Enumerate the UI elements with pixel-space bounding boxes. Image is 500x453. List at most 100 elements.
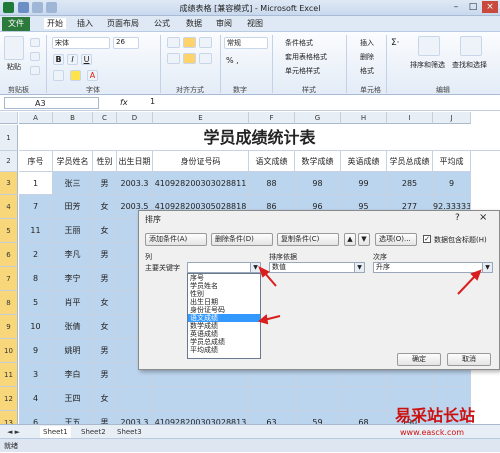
row-header[interactable]: 5 <box>0 219 18 243</box>
move-up-button[interactable]: ▲ <box>344 233 356 246</box>
font-size-select[interactable]: 26 <box>113 37 139 49</box>
tab-file[interactable]: 文件 <box>2 17 30 31</box>
cell[interactable]: 98 <box>295 172 341 195</box>
cell[interactable]: 2003.3 <box>117 172 153 195</box>
cell[interactable]: 63 <box>249 411 295 424</box>
cell[interactable]: 9 <box>19 339 53 363</box>
cell[interactable]: 4 <box>19 387 53 411</box>
cell[interactable]: 语文成绩 <box>249 151 295 172</box>
chevron-down-icon[interactable]: ▼ <box>250 263 260 272</box>
sort-filter-button[interactable] <box>418 36 440 56</box>
close-window-button[interactable]: × <box>482 1 498 13</box>
autosum-icon[interactable]: Σ· <box>391 38 400 48</box>
cell[interactable]: 李凡 <box>53 243 93 267</box>
cell[interactable]: 男 <box>93 172 117 195</box>
select-all-corner[interactable] <box>0 112 18 124</box>
column-header[interactable]: F <box>249 112 295 124</box>
table-format-button[interactable]: 套用表格格式 <box>285 52 327 62</box>
column-header[interactable]: D <box>117 112 153 124</box>
dropdown-option[interactable]: 英语成绩 <box>188 330 260 338</box>
align-top-icon[interactable] <box>167 37 180 48</box>
sheet-tab-2[interactable]: Sheet2 <box>78 426 109 438</box>
row-header[interactable]: 10 <box>0 339 18 363</box>
dialog-close-button[interactable]: × <box>479 212 487 223</box>
cell[interactable]: 数学成绩 <box>295 151 341 172</box>
cell[interactable]: 王四 <box>53 387 93 411</box>
sheet-tab-1[interactable]: Sheet1 <box>40 426 71 438</box>
fill-color-icon[interactable] <box>70 70 81 81</box>
copy-condition-button[interactable]: 复制条件(C) <box>277 233 339 246</box>
cell[interactable]: 序号 <box>19 151 53 172</box>
cell[interactable]: 男 <box>93 267 117 291</box>
copy-icon[interactable] <box>30 52 40 61</box>
column-header[interactable]: I <box>387 112 433 124</box>
tab-formulas[interactable]: 公式 <box>154 18 170 29</box>
format-painter-icon[interactable] <box>30 66 40 75</box>
cell[interactable]: 女 <box>93 195 117 219</box>
cell[interactable]: 平均成 <box>433 151 471 172</box>
cell[interactable]: 8 <box>19 267 53 291</box>
dropdown-option[interactable]: 平均成绩 <box>188 346 260 354</box>
cell[interactable]: 学员总成绩 <box>387 151 433 172</box>
cell[interactable]: 姚明 <box>53 339 93 363</box>
cell[interactable] <box>341 387 387 411</box>
format-cells-button[interactable]: 格式 <box>360 66 374 76</box>
help-button[interactable]: ? <box>455 213 460 223</box>
row-header[interactable]: 2 <box>0 151 18 172</box>
cell[interactable]: 张倩 <box>53 315 93 339</box>
cell[interactable]: 性别 <box>93 151 117 172</box>
dropdown-option[interactable]: 序号 <box>188 274 260 282</box>
cell[interactable] <box>117 387 153 411</box>
underline-button[interactable]: U <box>81 54 92 65</box>
cell[interactable]: 女 <box>93 291 117 315</box>
row-header[interactable]: 3 <box>0 172 18 195</box>
row-header[interactable]: 7 <box>0 267 18 291</box>
column-header[interactable]: H <box>341 112 387 124</box>
insert-cells-button[interactable]: 插入 <box>360 38 374 48</box>
cell[interactable]: 59 <box>295 411 341 424</box>
cell[interactable]: 6 <box>19 411 53 424</box>
column-header[interactable]: J <box>433 112 471 124</box>
minimize-button[interactable]: – <box>448 1 464 13</box>
sort-on-select[interactable]: 数值 ▼ <box>269 262 365 273</box>
chevron-down-icon[interactable]: ▼ <box>482 263 492 272</box>
row-header[interactable]: 6 <box>0 243 18 267</box>
delete-condition-button[interactable]: 删除条件(D) <box>211 233 273 246</box>
cell[interactable]: 女 <box>93 219 117 243</box>
cell[interactable]: 王丽 <box>53 219 93 243</box>
cell[interactable]: 张三 <box>53 172 93 195</box>
cell[interactable]: 田芳 <box>53 195 93 219</box>
cell[interactable] <box>295 387 341 411</box>
align-right-icon[interactable] <box>199 53 212 64</box>
tab-insert[interactable]: 插入 <box>77 18 93 29</box>
cell[interactable]: 王五 <box>53 411 93 424</box>
move-down-button[interactable]: ▼ <box>358 233 370 246</box>
tab-home[interactable]: 开始 <box>44 18 66 29</box>
cell[interactable]: 285 <box>387 172 433 195</box>
number-format-select[interactable]: 常规 <box>224 37 268 49</box>
dropdown-option[interactable]: 语文成绩 <box>188 314 260 322</box>
dropdown-option[interactable]: 性别 <box>188 290 260 298</box>
cell[interactable]: 410928200303028811 <box>153 172 249 195</box>
cell[interactable]: 肖平 <box>53 291 93 315</box>
delete-cells-button[interactable]: 删除 <box>360 52 374 62</box>
find-select-button[interactable] <box>460 36 482 56</box>
cell[interactable]: 410928200303028813 <box>153 411 249 424</box>
column-header[interactable]: G <box>295 112 341 124</box>
cell[interactable]: 男 <box>93 243 117 267</box>
cell[interactable]: 9 <box>433 172 471 195</box>
column-header[interactable]: B <box>53 112 93 124</box>
column-dropdown-list[interactable]: 序号 学员姓名 性别 出生日期 身份证号码 语文成绩 数学成绩 英语成绩 学员总成绩 平均成绩 <box>187 273 261 359</box>
tab-page-layout[interactable]: 页面布局 <box>107 18 139 29</box>
tab-data[interactable]: 数据 <box>186 18 202 29</box>
add-condition-button[interactable]: 添加条件(A) <box>145 233 207 246</box>
cell[interactable]: 10 <box>19 315 53 339</box>
column-header[interactable]: E <box>153 112 249 124</box>
cancel-button[interactable]: 取消 <box>447 353 491 366</box>
sheet-tab-3[interactable]: Sheet3 <box>114 426 145 438</box>
align-center-icon[interactable] <box>183 53 196 64</box>
primary-key-select[interactable]: ▼ <box>187 262 261 273</box>
row-header[interactable]: 9 <box>0 315 18 339</box>
cell[interactable]: 李白 <box>53 363 93 387</box>
font-name-select[interactable]: 宋体 <box>52 37 110 49</box>
